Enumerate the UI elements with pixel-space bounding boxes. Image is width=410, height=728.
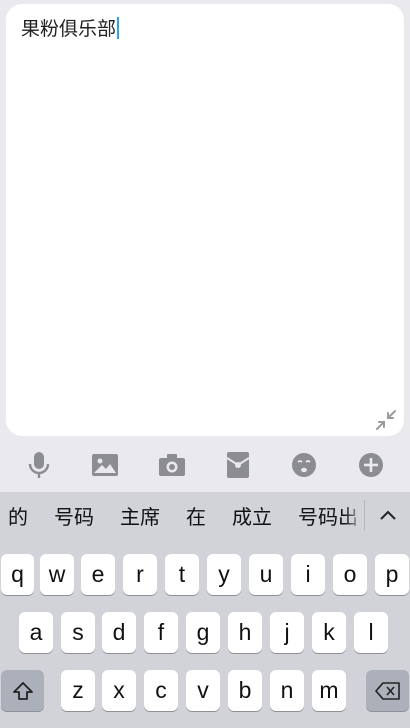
key-b[interactable]: b bbox=[228, 670, 262, 711]
key-m[interactable]: m bbox=[312, 670, 346, 711]
key-f[interactable]: f bbox=[144, 612, 178, 653]
key-p[interactable]: p bbox=[375, 554, 409, 595]
key-z[interactable]: z bbox=[61, 670, 95, 711]
key-j[interactable]: j bbox=[270, 612, 304, 653]
key-k[interactable]: k bbox=[312, 612, 346, 653]
backspace-key[interactable] bbox=[366, 670, 409, 711]
candidate-item[interactable]: 在 bbox=[186, 501, 206, 530]
key-t[interactable]: t bbox=[165, 554, 199, 595]
key-n[interactable]: n bbox=[270, 670, 304, 711]
candidate-item[interactable]: 号码 bbox=[54, 501, 94, 530]
key-v[interactable]: v bbox=[186, 670, 220, 711]
backspace-icon bbox=[374, 681, 400, 700]
emoji-icon[interactable] bbox=[287, 448, 321, 482]
key-a[interactable]: a bbox=[19, 612, 53, 653]
key-g[interactable]: g bbox=[186, 612, 220, 653]
candidate-item[interactable]: 的 bbox=[8, 501, 28, 530]
key-x[interactable]: x bbox=[102, 670, 136, 711]
candidate-item[interactable]: 主席 bbox=[120, 501, 160, 530]
camera-icon[interactable] bbox=[155, 448, 189, 482]
plus-icon[interactable] bbox=[354, 448, 388, 482]
candidate-item[interactable]: 成立 bbox=[232, 501, 272, 530]
key-h[interactable]: h bbox=[228, 612, 262, 653]
key-w[interactable]: w bbox=[40, 554, 74, 595]
compose-area[interactable]: 果粉俱乐部 bbox=[6, 4, 404, 436]
expand-candidates-button[interactable] bbox=[365, 492, 410, 538]
text-caret bbox=[117, 17, 120, 39]
key-u[interactable]: u bbox=[249, 554, 283, 595]
compose-toolbar bbox=[0, 440, 410, 490]
shift-key[interactable] bbox=[1, 670, 44, 711]
key-l[interactable]: l bbox=[354, 612, 388, 653]
keyboard: 的 号码 主席 在 成立 号码出 q w e r t y u i o p a s… bbox=[0, 492, 410, 728]
key-i[interactable]: i bbox=[291, 554, 325, 595]
compose-text[interactable]: 果粉俱乐部 bbox=[21, 16, 120, 42]
key-o[interactable]: o bbox=[333, 554, 367, 595]
compose-text-value: 果粉俱乐部 bbox=[21, 18, 117, 40]
red-envelope-icon[interactable] bbox=[221, 448, 255, 482]
shift-icon bbox=[12, 681, 33, 700]
key-r[interactable]: r bbox=[123, 554, 157, 595]
key-d[interactable]: d bbox=[102, 612, 136, 653]
image-icon[interactable] bbox=[88, 448, 122, 482]
key-s[interactable]: s bbox=[61, 612, 95, 653]
collapse-icon[interactable] bbox=[374, 408, 398, 432]
key-y[interactable]: y bbox=[207, 554, 241, 595]
key-e[interactable]: e bbox=[81, 554, 115, 595]
chevron-up-icon bbox=[379, 510, 396, 520]
key-c[interactable]: c bbox=[144, 670, 178, 711]
candidate-fade bbox=[344, 492, 364, 538]
screen: 果粉俱乐部 的 号码 主席 在 成立 号码出 q w e r t y u i o… bbox=[0, 0, 410, 728]
key-q[interactable]: q bbox=[1, 554, 34, 595]
microphone-icon[interactable] bbox=[22, 448, 56, 482]
